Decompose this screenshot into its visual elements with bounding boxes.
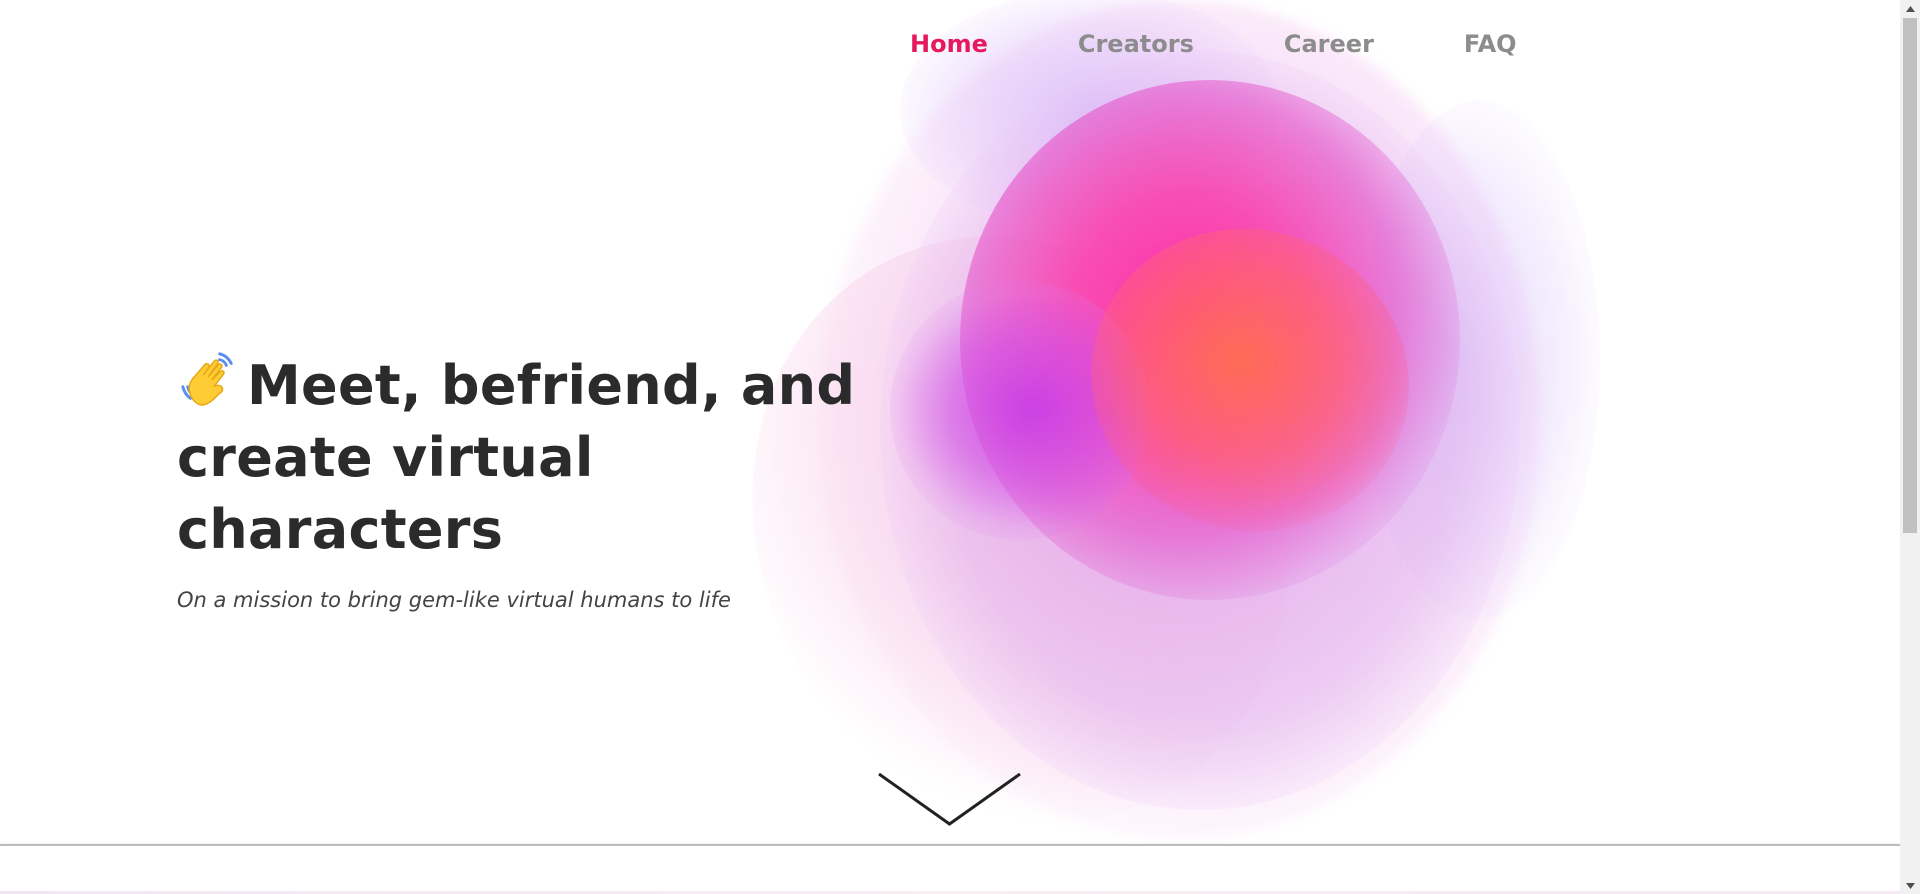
page: Home Creators Career FAQ Meet, befriend,… <box>0 0 1920 894</box>
waving-hand-icon <box>181 352 233 406</box>
viewport: Home Creators Career FAQ Meet, befriend,… <box>0 0 1900 894</box>
hero-section: Meet, befriend, and create virtual chara… <box>177 348 937 612</box>
hero-title: Meet, befriend, and create virtual chara… <box>177 348 937 566</box>
nav-link-home[interactable]: Home <box>910 26 988 62</box>
main-nav: Home Creators Career FAQ <box>910 26 1517 62</box>
chevron-down-icon[interactable] <box>877 772 1022 828</box>
hero-subtitle: On a mission to bring gem-like virtual h… <box>177 588 731 612</box>
nav-link-career[interactable]: Career <box>1284 26 1374 62</box>
triangle-down-icon <box>1905 882 1915 889</box>
scroll-down-button[interactable] <box>1900 877 1920 894</box>
next-section-peek <box>0 846 1900 894</box>
hero-title-line2: create virtual characters <box>177 426 594 561</box>
blob-layer-mid <box>880 50 1520 810</box>
page-scrollbar[interactable] <box>1900 0 1920 894</box>
blob-layer-orange-core <box>1048 184 1452 576</box>
blob-layer-right-lavender <box>1360 100 1600 620</box>
blob-layer-pink-core <box>960 80 1460 600</box>
nav-link-creators[interactable]: Creators <box>1078 26 1194 62</box>
scroll-up-button[interactable] <box>1900 0 1920 17</box>
hero-title-line1: Meet, befriend, and <box>247 354 856 417</box>
nav-link-faq[interactable]: FAQ <box>1464 26 1517 62</box>
scrollbar-thumb[interactable] <box>1903 18 1917 533</box>
triangle-up-icon <box>1905 5 1915 12</box>
